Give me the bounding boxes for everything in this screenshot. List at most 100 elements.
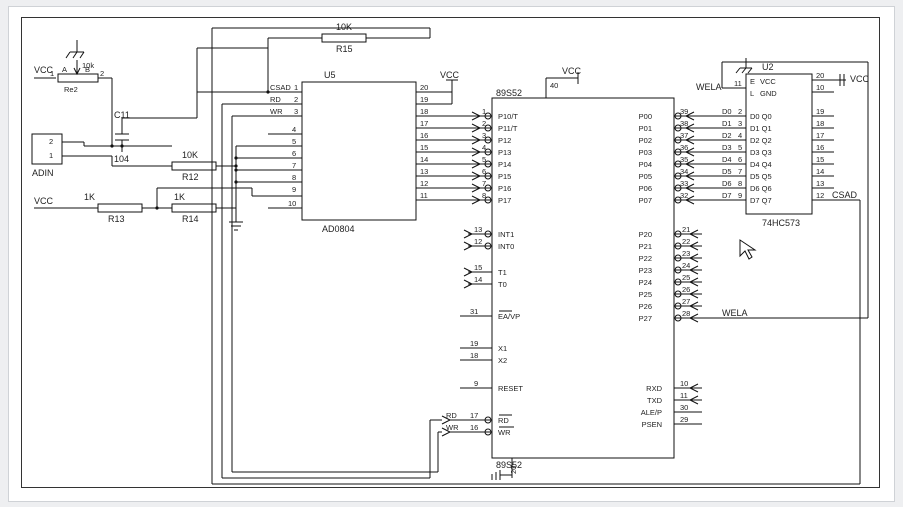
ic-u5-ad0804: U5 AD0804: [302, 70, 416, 234]
svg-text:3: 3: [294, 107, 298, 116]
svg-text:6: 6: [482, 167, 486, 176]
gnd-symbol-u2top: [736, 58, 752, 73]
vcc-label-2: VCC: [34, 196, 54, 206]
svg-text:2: 2: [294, 95, 298, 104]
svg-text:10K: 10K: [336, 22, 352, 32]
svg-text:9: 9: [738, 191, 742, 200]
svg-text:14: 14: [420, 155, 428, 164]
svg-text:D6 Q6: D6 Q6: [750, 184, 772, 193]
svg-text:37: 37: [680, 131, 688, 140]
svg-text:D6: D6: [722, 179, 732, 188]
svg-text:R15: R15: [336, 44, 353, 54]
svg-text:D4: D4: [722, 155, 732, 164]
svg-text:D5: D5: [722, 167, 732, 176]
svg-text:2: 2: [100, 69, 104, 78]
svg-text:36: 36: [680, 143, 688, 152]
potentiometer-re2: A B 10k Re2 2: [58, 60, 104, 94]
resistor-r12: 10K R12: [172, 150, 216, 182]
svg-text:3: 3: [738, 119, 742, 128]
svg-text:D5 Q5: D5 Q5: [750, 172, 772, 181]
schematic-canvas[interactable]: VCC 1 A B 10k Re2 2 C11: [21, 17, 880, 488]
svg-text:A: A: [62, 65, 67, 74]
svg-text:WR: WR: [498, 428, 511, 437]
svg-text:16: 16: [470, 423, 478, 432]
svg-text:P04: P04: [639, 160, 652, 169]
svg-text:29: 29: [680, 415, 688, 424]
svg-text:L: L: [750, 89, 754, 98]
resistor-r14: 1K R14: [172, 192, 216, 224]
svg-text:RD: RD: [270, 95, 281, 104]
svg-text:11: 11: [734, 79, 742, 88]
svg-text:13: 13: [420, 167, 428, 176]
svg-text:19: 19: [470, 339, 478, 348]
svg-text:12: 12: [474, 237, 482, 246]
svg-text:P01: P01: [639, 124, 652, 133]
svg-text:GND: GND: [760, 89, 777, 98]
svg-text:19: 19: [816, 107, 824, 116]
svg-text:U2: U2: [762, 62, 774, 72]
svg-text:1K: 1K: [174, 192, 185, 202]
svg-text:INT1: INT1: [498, 230, 514, 239]
svg-text:10k: 10k: [82, 61, 94, 70]
svg-text:R12: R12: [182, 172, 199, 182]
svg-text:P23: P23: [639, 266, 652, 275]
svg-text:R14: R14: [182, 214, 199, 224]
svg-text:P02: P02: [639, 136, 652, 145]
svg-text:D3 Q3: D3 Q3: [750, 148, 772, 157]
svg-text:D0: D0: [722, 107, 732, 116]
svg-text:18: 18: [420, 107, 428, 116]
svg-text:2: 2: [738, 107, 742, 116]
svg-text:17: 17: [470, 411, 478, 420]
svg-text:4: 4: [292, 125, 296, 134]
svg-text:15: 15: [420, 143, 428, 152]
svg-text:P15: P15: [498, 172, 511, 181]
svg-text:D3: D3: [722, 143, 732, 152]
svg-text:D7: D7: [722, 191, 732, 200]
svg-text:D1 Q1: D1 Q1: [750, 124, 772, 133]
svg-text:D7 Q7: D7 Q7: [750, 196, 772, 205]
svg-text:5: 5: [482, 155, 486, 164]
svg-text:D0 Q0: D0 Q0: [750, 112, 772, 121]
svg-text:U5: U5: [324, 70, 336, 80]
svg-text:28: 28: [682, 309, 690, 318]
svg-text:6: 6: [738, 155, 742, 164]
net-wela-u2: WELA: [696, 82, 722, 92]
svg-text:T0: T0: [498, 280, 507, 289]
svg-text:14: 14: [474, 275, 482, 284]
svg-text:D1: D1: [722, 119, 732, 128]
vcc-label-u5: VCC: [440, 70, 460, 80]
svg-text:1K: 1K: [84, 192, 95, 202]
resistor-r15: 10K R15: [322, 22, 366, 54]
svg-text:RXD: RXD: [646, 384, 662, 393]
svg-text:X1: X1: [498, 344, 507, 353]
svg-text:24: 24: [682, 261, 690, 270]
svg-text:27: 27: [682, 297, 690, 306]
svg-text:P07: P07: [639, 196, 652, 205]
svg-text:8: 8: [482, 191, 486, 200]
svg-text:16: 16: [420, 131, 428, 140]
svg-text:P27: P27: [639, 314, 652, 323]
svg-text:10: 10: [288, 199, 296, 208]
svg-text:2: 2: [49, 137, 53, 146]
svg-text:34: 34: [680, 167, 688, 176]
svg-text:ADIN: ADIN: [32, 168, 54, 178]
svg-text:AD0804: AD0804: [322, 224, 355, 234]
svg-text:14: 14: [816, 167, 824, 176]
svg-text:R13: R13: [108, 214, 125, 224]
svg-text:D4 Q4: D4 Q4: [750, 160, 772, 169]
svg-text:2: 2: [482, 119, 486, 128]
svg-text:WR: WR: [446, 423, 459, 432]
svg-text:12: 12: [420, 179, 428, 188]
svg-text:INT0: INT0: [498, 242, 514, 251]
svg-text:8: 8: [292, 173, 296, 182]
svg-text:T1: T1: [498, 268, 507, 277]
svg-text:19: 19: [420, 95, 428, 104]
svg-text:P11/T: P11/T: [498, 124, 518, 133]
svg-text:26: 26: [682, 285, 690, 294]
svg-text:9: 9: [292, 185, 296, 194]
svg-text:P17: P17: [498, 196, 511, 205]
svg-text:EA/VP: EA/VP: [498, 312, 520, 321]
gnd-symbol-r14: [229, 222, 243, 230]
svg-text:P21: P21: [639, 242, 652, 251]
svg-text:40: 40: [550, 81, 558, 90]
